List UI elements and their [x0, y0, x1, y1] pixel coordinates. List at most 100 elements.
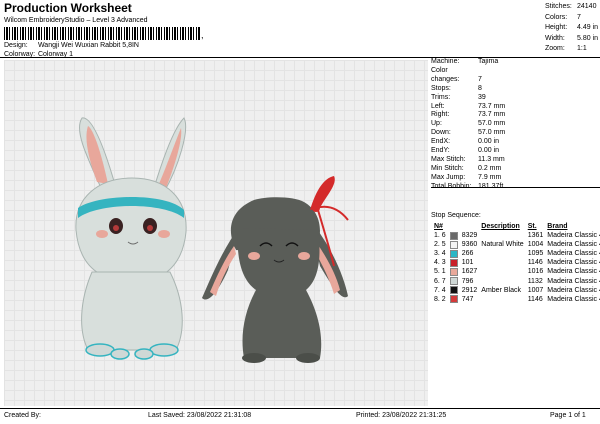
stitch-count: 1007 — [527, 286, 544, 294]
swatch — [449, 277, 458, 286]
thread-brand: Madeira Classic 40 — [547, 259, 600, 267]
stitch-count: 1146 — [527, 295, 543, 303]
design-preview — [4, 60, 428, 406]
barcode-mark: , — [201, 30, 204, 40]
swatch — [449, 286, 458, 295]
embroidery-artwork — [75, 117, 349, 363]
row-index: 1. 6 — [434, 232, 446, 240]
thread-description — [479, 267, 525, 276]
stitch-count: 1361 — [527, 232, 544, 240]
stitch-count: 1016 — [527, 268, 544, 276]
stat-zoom: Zoom: 1:1 — [545, 45, 587, 52]
stitch-count: 1095 — [527, 250, 544, 258]
color-swatch — [448, 267, 460, 276]
thread-brand: Madeira Classic 40 — [547, 241, 600, 249]
stat-height: Height: 4.49 in — [545, 24, 599, 31]
info-down: Down: 57.0 mm — [431, 129, 506, 137]
stat-width: Width: 5.80 in — [545, 34, 599, 42]
black-rabbit-illustration — [202, 176, 349, 363]
stop-sequence-label: Stop Sequence: — [431, 212, 481, 219]
thread-code: 2912 — [461, 286, 478, 294]
barcode — [4, 27, 200, 40]
swatch — [449, 231, 458, 240]
created-by: Created By: — [4, 412, 41, 419]
table-row: 4. 3 101 1146 Madeira Classic 40 — [432, 258, 600, 267]
design-row: Design: Wangji Wei Wuxian Rabbit 5,8IN — [4, 42, 139, 49]
table-header-row: N# Description St. Brand — [432, 222, 600, 231]
thread-description — [479, 258, 525, 267]
col-code — [460, 222, 480, 231]
last-saved: Last Saved: 23/08/2022 21:31:08 — [148, 412, 252, 419]
thread-brand: Madeira Classic 40 — [547, 286, 600, 294]
info-max-jump: Max Jump: 7.9 mm — [431, 173, 502, 181]
info-left: Left: 73.7 mm — [431, 102, 506, 110]
color-swatch — [448, 258, 460, 267]
stat-colors: Colors: 7 — [545, 13, 581, 21]
col-brand: Brand — [547, 223, 568, 230]
info-up: Up: 57.0 mm — [431, 120, 506, 128]
info-endx: EndX: 0.00 in — [431, 138, 500, 146]
col-n: N# — [434, 223, 443, 230]
panel-divider — [431, 187, 600, 188]
col-description: Description — [481, 223, 520, 230]
page-number: Page 1 of 1 — [550, 412, 586, 419]
info-machine: Machine: Tajima — [431, 58, 499, 65]
swatch — [449, 258, 458, 267]
stitch-count: 1004 — [527, 241, 544, 249]
thread-brand: Madeira Classic 40 — [547, 250, 600, 258]
thread-code: 9360 — [461, 241, 478, 249]
table-row: 6. 7 796 1132 Madeira Classic 40 — [432, 276, 600, 286]
info-trims: Trims: 39 — [431, 93, 486, 101]
swatch — [449, 267, 458, 276]
stitch-count: 1146 — [527, 259, 543, 267]
thread-code: 796 — [461, 277, 474, 285]
row-index: 3. 4 — [434, 250, 446, 258]
thread-brand: Madeira Classic 40 — [547, 232, 600, 240]
design-stats: Stitches: 24140 Colors: 7 Height: 4.49 in W… — [545, 2, 598, 55]
row-index: 2. 5 — [434, 241, 446, 249]
table-row: 5. 1 1627 1016Madeira Classic 40 — [432, 267, 600, 276]
thread-brand: Madeira Classic 40 — [547, 295, 600, 303]
thread-brand: Madeira Classic 40 — [547, 268, 600, 276]
stitch-count: 1132 — [527, 277, 543, 285]
row-index: 5. 1 — [434, 268, 446, 276]
table-row: 2. 5 9360 Natural White 1004 Madeira Classic… — [432, 240, 600, 249]
thread-code: 266 — [461, 250, 474, 258]
row-index: 4. 3 — [434, 259, 446, 267]
color-swatch — [448, 249, 460, 258]
info-max-stitch: Max Stitch: 11.3 mm — [431, 155, 505, 163]
info-color-changes: Color changes: 7 — [431, 66, 482, 83]
thread-brand: Madeira Classic 40 — [547, 277, 600, 285]
row-index: 7. 4 — [434, 286, 446, 294]
color-swatch — [448, 240, 460, 249]
info-min-stitch: Min Stitch: 0.2 mm — [431, 164, 502, 172]
row-index: 6. 7 — [434, 277, 446, 285]
color-swatch — [448, 286, 460, 295]
table-row: 8. 2 747 1146 Madeira Classic 40 — [432, 295, 600, 304]
design-label: Design: — [4, 42, 28, 49]
table-row: 1. 6 8329 1361Madeira Classic 40 — [432, 231, 600, 240]
footer-divider — [0, 408, 600, 409]
thread-description — [479, 231, 525, 240]
thread-description: Amber Black — [481, 286, 521, 294]
printed-date: Printed: 23/08/2022 21:31:25 — [356, 412, 447, 419]
col-swatch — [448, 222, 460, 231]
table-row: 7. 4 2912Amber Black 1007Madeira Classic 4… — [432, 286, 600, 295]
thread-code: 747 — [461, 295, 474, 303]
info-right: Right: 73.7 mm — [431, 111, 506, 119]
info-stops: Stops: 8 — [431, 84, 482, 92]
thread-description — [479, 276, 525, 285]
table-row: 3. 4 266 1095Madeira Classic 40 — [432, 249, 600, 258]
stop-sequence-table: N# Description St. Brand 1. 6 8329 1361 Mad… — [432, 222, 600, 304]
thread-description — [479, 295, 525, 304]
software-name: Wilcom EmbroideryStudio – Level 3 Advanc… — [4, 17, 148, 24]
swatch — [449, 240, 458, 249]
color-swatch — [448, 231, 460, 240]
stat-stitches: Stitches: 24140 — [545, 3, 597, 10]
col-st: St. — [527, 223, 537, 230]
info-endy: EndY: 0.00 in — [431, 147, 500, 155]
thread-code: 8329 — [461, 232, 478, 240]
thread-code: 101 — [461, 259, 474, 267]
color-swatch — [448, 276, 460, 286]
color-swatch — [448, 295, 460, 304]
